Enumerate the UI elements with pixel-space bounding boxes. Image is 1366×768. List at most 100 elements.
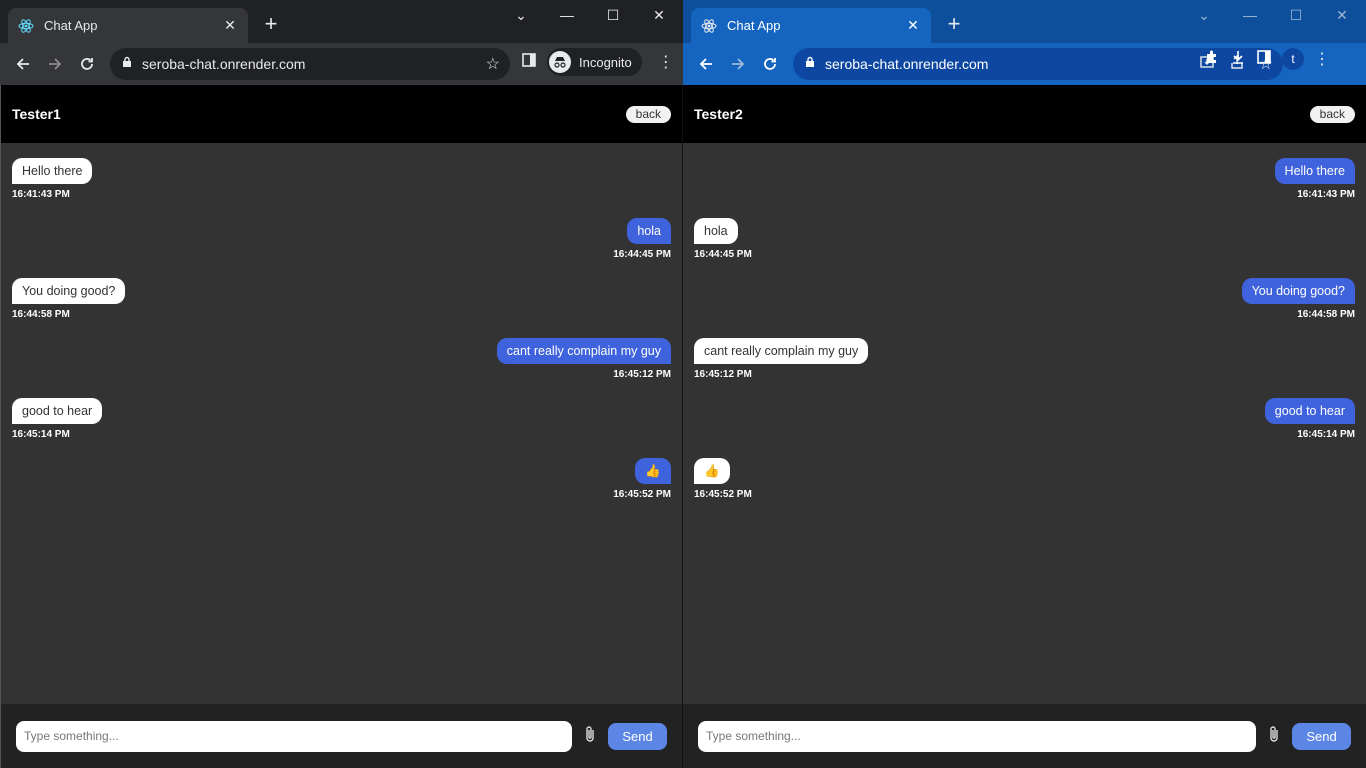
- message-timestamp: 16:45:52 PM: [613, 489, 671, 500]
- browser-toolbar: seroba-chat.onrender.com ☆ Incognito ⋮: [0, 43, 683, 85]
- reload-icon[interactable]: [754, 48, 786, 80]
- forward-arrow-icon[interactable]: [722, 48, 754, 80]
- chat-app: Tester1 back Hello there 16:41:43 PM hol…: [0, 85, 683, 768]
- url-text: seroba-chat.onrender.com: [142, 56, 306, 72]
- message-sent: You doing good? 16:44:58 PM: [694, 278, 1355, 320]
- back-button[interactable]: back: [1309, 105, 1355, 123]
- message-input[interactable]: [16, 720, 572, 752]
- browser-toolbar: seroba-chat.onrender.com ☆ t ⋮: [683, 43, 1366, 85]
- back-button[interactable]: back: [625, 105, 671, 123]
- tab-search-icon[interactable]: ⌄: [498, 4, 544, 28]
- message-timestamp: 16:45:14 PM: [1297, 429, 1355, 440]
- close-window-icon[interactable]: ✕: [636, 4, 682, 28]
- chat-header: Tester1 back: [1, 85, 682, 143]
- kebab-menu-icon[interactable]: ⋮: [1314, 49, 1330, 69]
- extensions-icon[interactable]: [1204, 49, 1220, 70]
- message-received: You doing good? 16:44:58 PM: [12, 278, 671, 320]
- message-timestamp: 16:44:45 PM: [613, 249, 671, 260]
- message-timestamp: 16:44:58 PM: [1297, 309, 1355, 320]
- chat-header: Tester2 back: [683, 85, 1366, 143]
- downloads-icon[interactable]: [1230, 49, 1246, 70]
- message-received: 👍 16:45:52 PM: [694, 458, 1355, 500]
- message-bubble: You doing good?: [1241, 278, 1355, 304]
- incognito-indicator[interactable]: Incognito: [547, 48, 642, 76]
- tab-chat-app[interactable]: Chat App ✕: [691, 8, 931, 43]
- message-received: good to hear 16:45:14 PM: [12, 398, 671, 440]
- close-window-icon[interactable]: ✕: [1319, 4, 1365, 28]
- side-panel-icon[interactable]: [1256, 49, 1272, 70]
- window-controls: ⌄ — ☐ ✕: [498, 4, 682, 28]
- message-bubble: You doing good?: [12, 278, 126, 304]
- message-timestamp: 16:44:45 PM: [694, 249, 752, 260]
- tab-title: Chat App: [727, 18, 781, 33]
- tab-title: Chat App: [44, 18, 98, 33]
- message-bubble: Hello there: [12, 158, 93, 184]
- incognito-icon: [549, 51, 571, 73]
- message-bubble: 👍: [694, 458, 730, 484]
- message-received: cant really complain my guy 16:45:12 PM: [694, 338, 1355, 380]
- chat-app: Tester2 back Hello there 16:41:43 PM hol…: [683, 85, 1366, 768]
- message-bubble: hola: [627, 218, 671, 244]
- message-bubble: cant really complain my guy: [694, 338, 869, 364]
- message-bubble: good to hear: [1264, 398, 1355, 424]
- forward-arrow-icon[interactable]: [39, 48, 71, 80]
- new-tab-icon[interactable]: +: [260, 13, 282, 36]
- message-list: Hello there 16:41:43 PM hola 16:44:45 PM…: [683, 143, 1366, 704]
- message-timestamp: 16:41:43 PM: [12, 189, 70, 200]
- bookmark-star-icon[interactable]: ☆: [486, 54, 500, 74]
- send-button[interactable]: Send: [1292, 722, 1351, 750]
- minimize-icon[interactable]: —: [544, 4, 590, 28]
- toolbar-right: t ⋮: [1204, 48, 1330, 70]
- lock-icon: [805, 55, 815, 73]
- message-bubble: Hello there: [1274, 158, 1355, 184]
- send-button[interactable]: Send: [608, 722, 667, 750]
- message-bubble: hola: [694, 218, 738, 244]
- username: Tester2: [694, 106, 743, 122]
- message-sent: cant really complain my guy 16:45:12 PM: [12, 338, 671, 380]
- attachment-icon[interactable]: [1256, 725, 1292, 748]
- maximize-icon[interactable]: ☐: [590, 4, 636, 28]
- message-timestamp: 16:45:14 PM: [12, 429, 70, 440]
- side-panel-icon[interactable]: [521, 52, 537, 73]
- message-bubble: 👍: [635, 458, 671, 484]
- message-timestamp: 16:44:58 PM: [12, 309, 70, 320]
- message-bubble: good to hear: [12, 398, 103, 424]
- kebab-menu-icon[interactable]: ⋮: [658, 52, 674, 72]
- browser-window-incognito: Chat App ✕ + ⌄ — ☐ ✕ seroba-chat.onrende…: [0, 0, 683, 768]
- react-icon: [18, 18, 34, 34]
- close-tab-icon[interactable]: ✕: [222, 17, 238, 34]
- back-arrow-icon[interactable]: [690, 48, 722, 80]
- toolbar-right: Incognito ⋮: [521, 48, 674, 76]
- incognito-label: Incognito: [579, 54, 632, 70]
- message-timestamp: 16:45:52 PM: [694, 489, 752, 500]
- react-icon: [701, 18, 717, 34]
- lock-icon: [122, 55, 132, 73]
- close-tab-icon[interactable]: ✕: [905, 17, 921, 34]
- tab-search-icon[interactable]: ⌄: [1181, 4, 1227, 28]
- message-composer: Send: [1, 704, 682, 768]
- message-timestamp: 16:45:12 PM: [694, 369, 752, 380]
- new-tab-icon[interactable]: +: [943, 13, 965, 36]
- message-received: Hello there 16:41:43 PM: [12, 158, 671, 200]
- message-timestamp: 16:41:43 PM: [1297, 189, 1355, 200]
- message-sent: Hello there 16:41:43 PM: [694, 158, 1355, 200]
- message-composer: Send: [683, 704, 1366, 768]
- message-timestamp: 16:45:12 PM: [613, 369, 671, 380]
- maximize-icon[interactable]: ☐: [1273, 4, 1319, 28]
- window-controls: ⌄ — ☐ ✕: [1181, 4, 1365, 28]
- message-list: Hello there 16:41:43 PM hola 16:44:45 PM…: [1, 143, 682, 704]
- reload-icon[interactable]: [71, 48, 103, 80]
- minimize-icon[interactable]: —: [1227, 4, 1273, 28]
- profile-avatar[interactable]: t: [1282, 48, 1304, 70]
- username: Tester1: [12, 106, 61, 122]
- tab-chat-app[interactable]: Chat App ✕: [8, 8, 248, 43]
- back-arrow-icon[interactable]: [7, 48, 39, 80]
- url-text: seroba-chat.onrender.com: [825, 56, 989, 72]
- tab-strip: Chat App ✕ + ⌄ — ☐ ✕: [0, 0, 683, 43]
- attachment-icon[interactable]: [572, 725, 608, 748]
- message-sent: good to hear 16:45:14 PM: [694, 398, 1355, 440]
- address-bar[interactable]: seroba-chat.onrender.com ☆: [110, 48, 510, 80]
- message-bubble: cant really complain my guy: [496, 338, 671, 364]
- message-received: hola 16:44:45 PM: [694, 218, 1355, 260]
- message-input[interactable]: [698, 720, 1256, 752]
